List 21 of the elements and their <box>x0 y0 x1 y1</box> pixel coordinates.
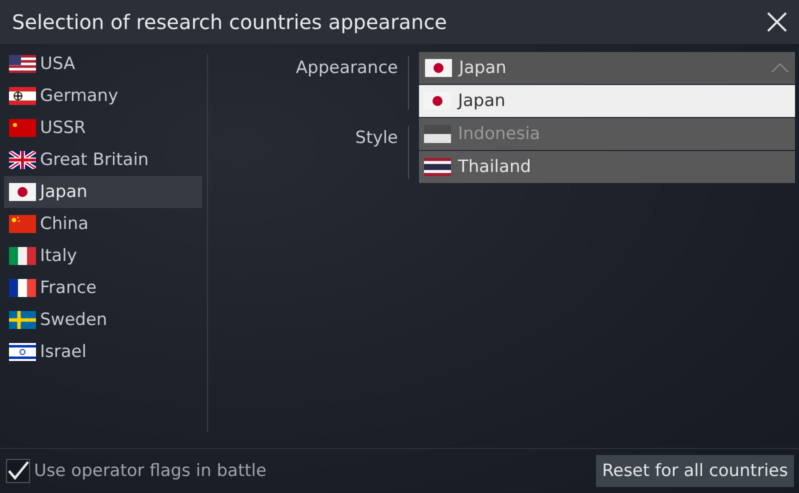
style-label: Style <box>354 126 398 150</box>
checkbox[interactable] <box>6 459 30 483</box>
country-item[interactable]: USSR <box>4 112 202 144</box>
country-item[interactable]: China <box>4 208 202 240</box>
appearance-dropdown[interactable]: Japan <box>419 52 795 84</box>
appearance-label: Appearance <box>294 57 398 80</box>
window-title: Selection of research countries appearance <box>12 10 447 34</box>
dropdown-option[interactable]: Thailand <box>419 151 795 183</box>
country-item[interactable]: Israel <box>4 336 202 368</box>
country-item[interactable]: France <box>4 272 202 304</box>
dropdown-option[interactable]: Japan <box>419 85 795 117</box>
country-item[interactable]: Great Britain <box>4 144 202 176</box>
reset-button[interactable]: Reset for all countries <box>596 455 794 487</box>
close-icon[interactable] <box>765 10 789 34</box>
country-item[interactable]: Germany <box>4 80 202 112</box>
checkbox-label: Use operator flags in battle <box>34 461 266 481</box>
country-item[interactable]: USA <box>4 48 202 80</box>
country-item[interactable]: Sweden <box>4 304 202 336</box>
country-item[interactable]: Italy <box>4 240 202 272</box>
caret-icon <box>771 63 789 73</box>
country-item[interactable]: Japan <box>4 176 202 208</box>
